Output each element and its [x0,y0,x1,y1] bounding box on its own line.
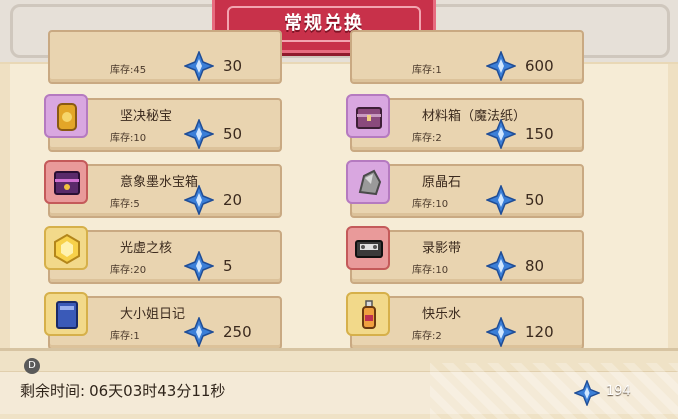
blue-crystal-icon [184,51,214,81]
item-stock: 库存:1 [412,65,442,76]
item-stock: 库存:10 [412,265,449,276]
remaining-time: 剩余时间: 06天03时43分11秒 [20,380,225,401]
blue-crystal-icon [486,317,516,347]
item-price: 600 [525,57,554,75]
item-price: 30 [223,57,243,75]
item-stock: 库存:2 [412,133,442,144]
item-name: 大小姐日记 [120,307,186,322]
item-name: 光虚之核 [120,241,173,256]
ink-treasure-chest-icon [44,160,88,204]
footer-bar: D 剩余时间: 06天03时43分11秒 194 [0,348,678,419]
item-price: 5 [223,257,233,275]
shop-item-card[interactable]: 库存:1 600 [350,30,584,84]
diary-book-icon [44,292,88,336]
blue-crystal-icon [184,317,214,347]
exchange-window: 常规兑换 库存:45 30 库存:1 600 坚决秘宝 库存:10 50 材料箱… [0,0,678,419]
item-stock: 库存:1 [110,331,140,342]
shop-item-card[interactable]: 意象墨水宝箱 库存:5 20 [44,160,282,218]
blue-crystal-icon [184,251,214,281]
item-stock: 库存:20 [110,265,147,276]
item-name: 原晶石 [422,175,462,190]
remaining-time-label: 剩余时间: [20,382,86,400]
videotape-icon [346,226,390,270]
item-stock: 库存:2 [412,331,442,342]
item-price: 50 [223,125,243,143]
item-price: 80 [525,257,545,275]
blue-crystal-icon [184,185,214,215]
shop-item-card[interactable]: 材料箱（魔法纸） 库存:2 150 [346,94,584,152]
shop-item-card[interactable]: 录影带 库存:10 80 [346,226,584,284]
material-chest-icon [346,94,390,138]
light-core-icon [44,226,88,270]
item-stock: 库存:10 [110,133,147,144]
item-price: 20 [223,191,243,209]
remaining-time-value: 06天03时43分11秒 [89,382,226,400]
blue-crystal-icon [184,119,214,149]
d-badge: D [24,358,40,374]
currency-amount: 194 [606,384,631,399]
currency-balance: 194 [572,380,678,406]
gold-relic-icon [44,94,88,138]
shop-item-card[interactable]: 快乐水 库存:2 120 [346,292,584,350]
item-stock: 库存:10 [412,199,449,210]
shop-item-card[interactable]: 原晶石 库存:10 50 [346,160,584,218]
blue-crystal-icon [486,119,516,149]
shop-item-card[interactable]: 库存:45 30 [48,30,282,84]
item-name: 录影带 [422,241,462,256]
item-name: 快乐水 [422,307,462,322]
blue-crystal-icon [486,185,516,215]
raw-crystal-icon [346,160,390,204]
blue-crystal-icon [574,380,600,406]
shop-item-list[interactable]: 库存:45 30 库存:1 600 坚决秘宝 库存:10 50 材料箱（魔法纸）… [0,30,678,350]
item-price: 250 [223,323,252,341]
soda-bottle-icon [346,292,390,336]
item-stock: 库存:5 [110,199,140,210]
shop-item-card[interactable]: 光虚之核 库存:20 5 [44,226,282,284]
item-stock: 库存:45 [110,65,147,76]
shop-item-card[interactable]: 大小姐日记 库存:1 250 [44,292,282,350]
item-name: 坚决秘宝 [120,109,173,124]
blue-crystal-icon [486,251,516,281]
blue-crystal-icon [486,51,516,81]
item-price: 50 [525,191,545,209]
item-price: 150 [525,125,554,143]
shop-item-card[interactable]: 坚决秘宝 库存:10 50 [44,94,282,152]
item-price: 120 [525,323,554,341]
